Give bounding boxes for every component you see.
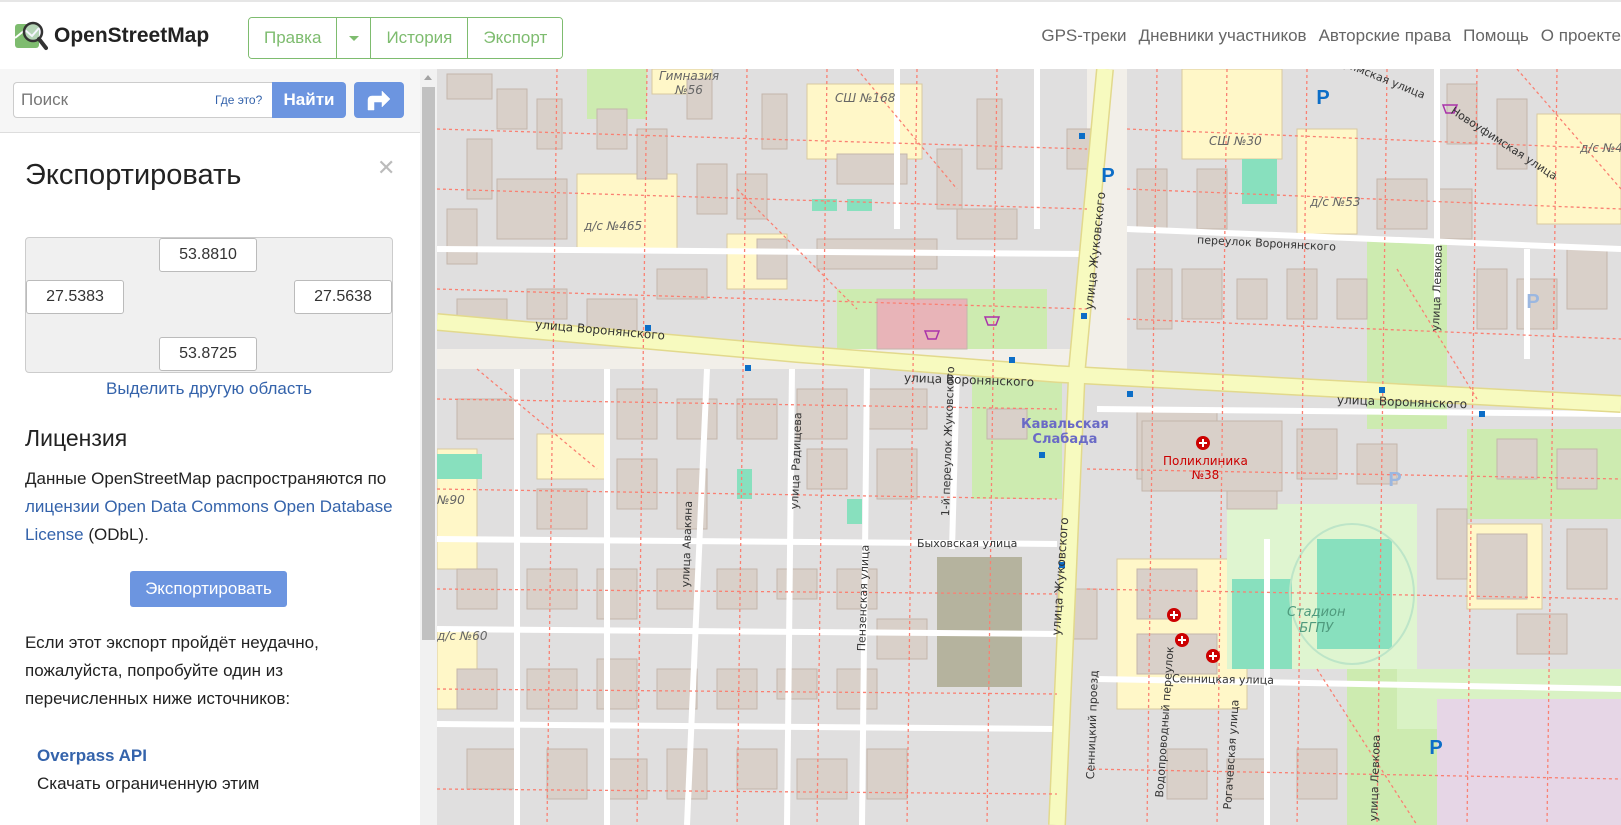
clinic-label-line-2: №38 bbox=[1191, 468, 1220, 482]
nav-copyright[interactable]: Авторские права bbox=[1319, 26, 1452, 46]
nav-about[interactable]: О проекте bbox=[1541, 26, 1621, 46]
export-submit-button[interactable]: Экспортировать bbox=[130, 571, 287, 607]
poi-school-168: СШ №168 bbox=[835, 91, 896, 105]
min-lat-input[interactable]: 53.8725 bbox=[159, 337, 257, 371]
stadium-label-line-2: БГПУ bbox=[1299, 621, 1334, 636]
nav-gps-traces[interactable]: GPS-треки bbox=[1041, 26, 1126, 46]
sidebar: Поиск Где это? Найти Экспортировать ✕ 53… bbox=[0, 69, 420, 825]
history-button[interactable]: История bbox=[371, 18, 469, 58]
poi-kindergarten-465: д/с №465 bbox=[584, 219, 643, 233]
poi-kindergarten-53: д/с №53 bbox=[1310, 195, 1361, 209]
map-canvas[interactable] bbox=[437, 69, 1621, 825]
max-lat-input[interactable]: 53.8810 bbox=[159, 238, 257, 272]
close-icon[interactable]: ✕ bbox=[377, 155, 395, 181]
directions-icon bbox=[367, 90, 391, 111]
overpass-description: Скачать ограниченную этим bbox=[37, 774, 260, 793]
poi-gymnasium-56: Гимназия №56 bbox=[659, 69, 720, 97]
parking-icon: P bbox=[1429, 736, 1443, 759]
district-label-line-2: Слабада bbox=[1032, 432, 1098, 447]
odbl-license-link[interactable]: лицензии Open Data Commons Open Database… bbox=[25, 497, 393, 544]
district-label-line-1: Кавальская bbox=[1021, 417, 1109, 432]
edit-button[interactable]: Правка bbox=[249, 18, 338, 58]
logo[interactable]: OpenStreetMap bbox=[12, 18, 209, 54]
license-text-start: Данные OpenStreetMap распространяются по bbox=[25, 469, 387, 488]
poi-number-90: №90 bbox=[437, 493, 465, 507]
find-button[interactable]: Найти bbox=[272, 82, 346, 118]
nav-help[interactable]: Помощь bbox=[1463, 26, 1529, 46]
clinic-label: Поликлиника №38 bbox=[1163, 454, 1248, 482]
clinic-label-line-1: Поликлиника bbox=[1163, 454, 1248, 468]
scrollbar-thumb[interactable] bbox=[422, 87, 435, 640]
directions-button[interactable] bbox=[354, 82, 404, 118]
edit-dropdown-button[interactable] bbox=[337, 18, 372, 58]
search-bar: Поиск Где это? Найти bbox=[0, 69, 420, 133]
poi-kindergarten-4: д/с №4 bbox=[1580, 141, 1621, 155]
poi-kindergarten-60: д/с №60 bbox=[437, 629, 488, 643]
where-is-this-link[interactable]: Где это? bbox=[215, 93, 262, 107]
overpass-api-link[interactable]: Overpass API bbox=[37, 746, 147, 766]
select-other-area-link[interactable]: Выделить другую область bbox=[25, 379, 393, 399]
stadium-label: Стадион БГПУ bbox=[1287, 605, 1346, 637]
top-header: OpenStreetMap Правка История Экспорт GPS… bbox=[0, 0, 1621, 69]
min-lon-input[interactable]: 27.5383 bbox=[26, 280, 124, 314]
parking-icon: P bbox=[1526, 290, 1540, 313]
parking-icon: P bbox=[1388, 468, 1402, 491]
parking-icon: P bbox=[1316, 86, 1330, 109]
nav-user-diaries[interactable]: Дневники участников bbox=[1139, 26, 1307, 46]
edit-button-group: Правка История Экспорт bbox=[248, 17, 564, 59]
osm-logo-icon bbox=[14, 21, 48, 50]
district-label: Кавальская Слабада bbox=[1021, 417, 1109, 447]
chevron-down-icon bbox=[348, 35, 359, 41]
license-text-end: (ODbL). bbox=[83, 525, 149, 544]
logo-text: OpenStreetMap bbox=[54, 24, 210, 47]
street-label-bykhovskaya: Быховская улица bbox=[917, 537, 1018, 550]
poi-school-30: СШ №30 bbox=[1209, 134, 1262, 148]
parking-icon: P bbox=[1101, 164, 1115, 187]
export-button[interactable]: Экспорт bbox=[468, 18, 563, 58]
max-lon-input[interactable]: 27.5638 bbox=[294, 280, 392, 314]
top-navigation: GPS-треки Дневники участников Авторские … bbox=[1029, 26, 1621, 46]
license-text: Данные OpenStreetMap распространяются по… bbox=[25, 465, 395, 549]
stadium-label-line-1: Стадион bbox=[1287, 605, 1346, 620]
license-heading: Лицензия bbox=[25, 425, 128, 451]
sidebar-scrollbar[interactable] bbox=[420, 69, 437, 825]
fail-text: Если этот экспорт пройдёт неудачно, пожа… bbox=[25, 633, 319, 708]
street-label-sennitskaya: Сенницкая улица bbox=[1171, 672, 1274, 687]
map-view[interactable]: улица Воронянского улица Воронянского ул… bbox=[437, 69, 1621, 825]
scroll-up-icon[interactable] bbox=[424, 75, 432, 80]
bbox-box: 53.8810 27.5383 27.5638 53.8725 bbox=[25, 237, 393, 373]
panel-title: Экспортировать bbox=[25, 159, 242, 191]
